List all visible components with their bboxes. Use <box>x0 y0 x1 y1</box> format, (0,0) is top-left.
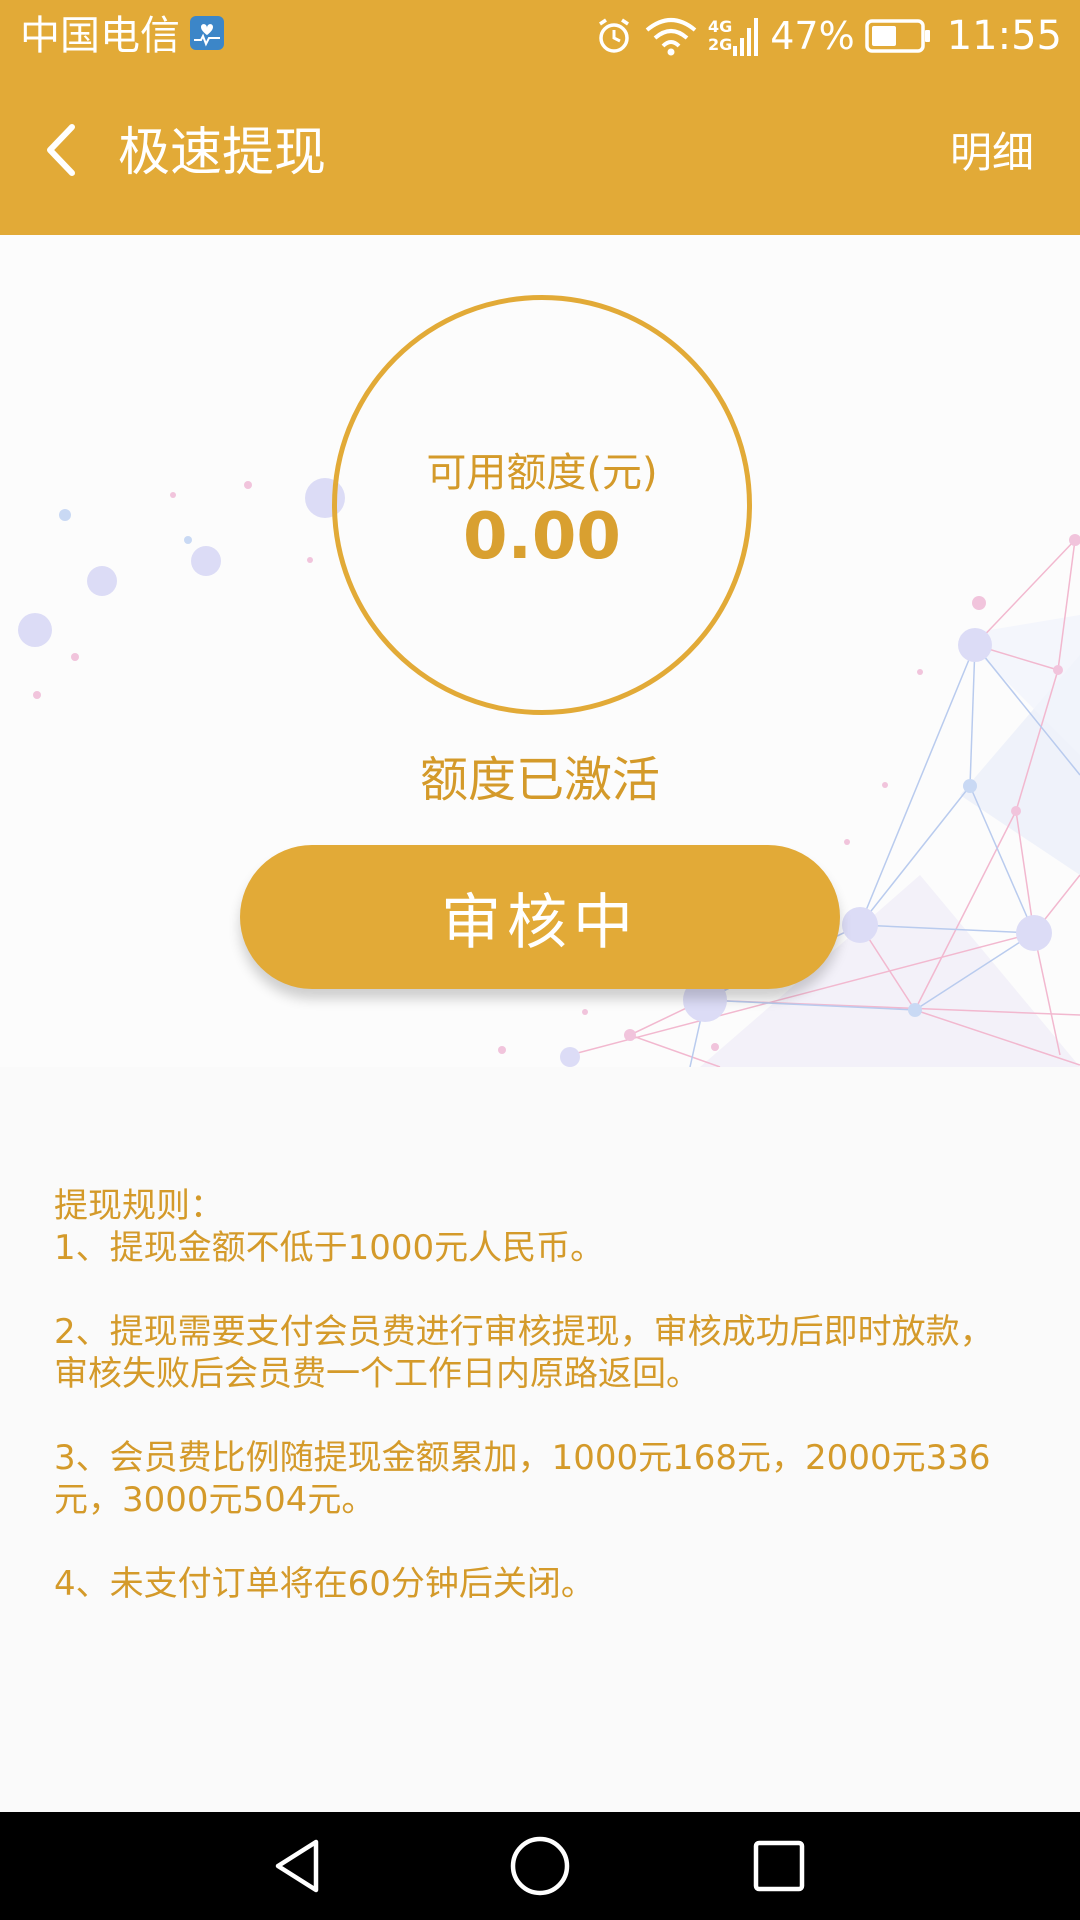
balance-hero: 可用额度(元) 0.00 额度已激活 审核中 <box>0 235 1080 1067</box>
header: 中国电信 4G 2G 47% 11:55 极速提现 明细 <box>0 0 1080 235</box>
available-credit-amount: 0.00 <box>463 500 621 574</box>
back-triangle-icon <box>275 1839 319 1893</box>
rule-item: 3、会员费比例随提现金额累加，1000元168元，2000元336元，3000元… <box>54 1438 991 1520</box>
page-title: 极速提现 <box>118 123 327 183</box>
balance-ring: 可用额度(元) 0.00 <box>332 295 752 715</box>
status-icons: 4G 2G 47% 11:55 <box>594 8 1062 64</box>
chevron-left-icon <box>47 124 75 176</box>
clock-time: 11:55 <box>946 13 1062 59</box>
rules-title: 提现规则： <box>54 1186 224 1226</box>
available-credit-label: 可用额度(元) <box>426 450 658 496</box>
wifi-icon <box>644 16 698 56</box>
health-app-icon <box>190 16 224 50</box>
status-bar: 中国电信 4G 2G 47% 11:55 <box>0 0 1080 72</box>
system-nav-bar <box>0 1812 1080 1920</box>
network-2g-label: 2G <box>707 35 733 54</box>
nav-back-button[interactable] <box>265 1834 335 1898</box>
nav-recents-button[interactable] <box>744 1834 814 1898</box>
battery-percent: 47% <box>770 14 855 58</box>
details-link[interactable]: 明细 <box>950 127 1034 179</box>
signal-icon: 4G 2G <box>708 14 760 58</box>
alarm-icon <box>594 16 634 56</box>
rule-item: 1、提现金额不低于1000元人民币。 <box>54 1228 605 1268</box>
withdrawal-rules: 提现规则： 1、提现金额不低于1000元人民币。 2、提现需要支付会员费进行审核… <box>54 1185 1024 1647</box>
carrier-label: 中国电信 <box>20 13 180 59</box>
app-bar: 极速提现 明细 <box>0 72 1080 235</box>
rule-item: 4、未支付订单将在60分钟后关闭。 <box>54 1564 595 1604</box>
credit-status-text: 额度已激活 <box>419 752 660 808</box>
back-button[interactable] <box>30 120 90 180</box>
home-circle-icon <box>510 1836 570 1896</box>
rule-item: 2、提现需要支付会员费进行审核提现，审核成功后即时放款，审核失败后会员费一个工作… <box>54 1312 994 1394</box>
nav-home-button[interactable] <box>505 1834 575 1898</box>
battery-icon <box>864 17 931 55</box>
network-4g-label: 4G <box>707 17 733 36</box>
recents-square-icon <box>753 1840 805 1892</box>
under-review-button[interactable]: 审核中 <box>240 845 840 989</box>
